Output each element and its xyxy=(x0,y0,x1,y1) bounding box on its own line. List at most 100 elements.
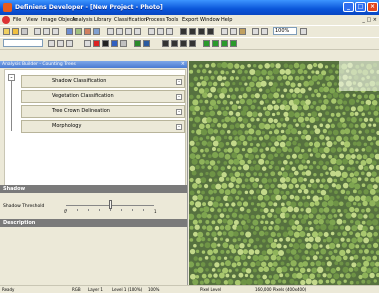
tree-crown xyxy=(365,207,371,213)
expand-icon[interactable]: - xyxy=(8,74,15,81)
black-circle-icon[interactable] xyxy=(102,40,109,47)
window-single-icon[interactable] xyxy=(162,40,169,47)
view-single-icon[interactable] xyxy=(180,28,187,35)
minimize-button[interactable]: _ xyxy=(343,2,354,12)
tree-crown xyxy=(195,177,202,184)
table-icon[interactable] xyxy=(134,28,141,35)
menu-view[interactable]: View xyxy=(26,17,38,23)
tree-crown xyxy=(277,279,282,283)
pointer-icon[interactable] xyxy=(221,28,228,35)
rectangle-icon[interactable] xyxy=(84,40,91,47)
mdi-controls[interactable]: _ □ × xyxy=(362,17,377,23)
view-multi-icon[interactable] xyxy=(207,28,214,35)
sample-icon[interactable] xyxy=(134,40,141,47)
tree-item-vegetation-classification[interactable]: Vegetation Classification - xyxy=(21,90,185,103)
menu-classification[interactable]: Classification xyxy=(114,17,147,23)
pan-icon[interactable] xyxy=(230,28,237,35)
tree-crown xyxy=(343,279,347,283)
hand-icon[interactable] xyxy=(239,28,246,35)
menu-export[interactable]: Export xyxy=(182,17,198,23)
collapse-icon[interactable]: - xyxy=(176,109,182,115)
up-icon[interactable] xyxy=(57,40,64,47)
tree-crown xyxy=(247,153,255,160)
tree-item-morphology[interactable]: Morphology - xyxy=(21,120,185,133)
tree-crown xyxy=(204,147,210,153)
split-icon[interactable] xyxy=(125,28,132,35)
document-icon[interactable] xyxy=(2,16,10,24)
histogram-icon[interactable] xyxy=(157,28,164,35)
tree-crown xyxy=(250,117,255,122)
tree-crown xyxy=(276,99,281,104)
tree-crown xyxy=(329,242,336,250)
tree-crown xyxy=(330,112,335,117)
down-icon[interactable] xyxy=(66,40,73,47)
play-icon[interactable] xyxy=(203,40,210,47)
tree-crown xyxy=(325,279,330,284)
slider-thumb[interactable] xyxy=(109,200,112,209)
level-field[interactable] xyxy=(3,39,43,47)
level-icon[interactable] xyxy=(93,28,100,35)
forward-icon[interactable] xyxy=(221,40,228,47)
save-icon[interactable] xyxy=(21,28,28,35)
tree-crown xyxy=(247,76,251,80)
step-icon[interactable] xyxy=(212,40,219,47)
tree-crown xyxy=(292,118,297,123)
view-dual-icon[interactable] xyxy=(189,28,196,35)
tree-crown xyxy=(321,153,326,159)
copy-icon[interactable] xyxy=(43,28,50,35)
new-icon[interactable] xyxy=(3,28,10,35)
tree-crown xyxy=(212,81,218,87)
tree-crown xyxy=(253,244,258,249)
end-icon[interactable] xyxy=(230,40,237,47)
collapse-icon[interactable]: - xyxy=(176,94,182,100)
plus-icon[interactable] xyxy=(48,40,55,47)
maximize-button[interactable]: □ xyxy=(355,2,366,12)
layout-icon[interactable] xyxy=(116,28,123,35)
tree-crown xyxy=(325,75,331,82)
image-layer-icon[interactable] xyxy=(75,28,82,35)
close-button[interactable]: × xyxy=(367,2,378,12)
zoom-combo[interactable]: 100% xyxy=(273,27,297,35)
tree-crown xyxy=(345,273,351,279)
window-link-icon[interactable] xyxy=(189,40,196,47)
window-cascade-icon[interactable] xyxy=(180,40,187,47)
tree-crown xyxy=(195,275,200,279)
title-bar[interactable]: Definiens Developer - [New Project - Pho… xyxy=(0,0,379,15)
image-view[interactable] xyxy=(189,61,379,285)
panel-close-button[interactable]: × xyxy=(181,61,185,68)
zoom-in-icon[interactable] xyxy=(252,28,259,35)
zoom-fit-icon[interactable] xyxy=(300,28,307,35)
blue-square-icon[interactable] xyxy=(111,40,118,47)
menu-library[interactable]: Library xyxy=(94,17,111,23)
feature-icon[interactable] xyxy=(166,28,173,35)
menu-file[interactable]: File xyxy=(13,17,21,23)
menu-process[interactable]: Process xyxy=(146,17,165,23)
collapse-icon[interactable]: - xyxy=(176,79,182,85)
cut-icon[interactable] xyxy=(34,28,41,35)
layer-mix-icon[interactable] xyxy=(143,40,150,47)
tree-crown xyxy=(342,231,348,237)
menu-analysis[interactable]: Analysis xyxy=(72,17,93,23)
grid-icon[interactable] xyxy=(107,28,114,35)
menu-help[interactable]: Help xyxy=(221,17,232,23)
view-quad-icon[interactable] xyxy=(198,28,205,35)
menu-window[interactable]: Window xyxy=(200,17,220,23)
paste-icon[interactable] xyxy=(52,28,59,35)
tree-crown xyxy=(237,116,243,122)
open-icon[interactable] xyxy=(12,28,19,35)
collapse-icon[interactable]: - xyxy=(176,124,182,130)
aerial-tree-canopy-image[interactable] xyxy=(189,61,379,285)
window-tile-icon[interactable] xyxy=(171,40,178,47)
tree-item-tree-crown-delineation[interactable]: Tree Crown Delineation - xyxy=(21,105,185,118)
chart-icon[interactable] xyxy=(148,28,155,35)
project-icon[interactable] xyxy=(66,28,73,35)
tree-crown xyxy=(255,189,261,194)
thematic-icon[interactable] xyxy=(84,28,91,35)
outline-icon[interactable] xyxy=(120,40,127,47)
menu-tools[interactable]: Tools xyxy=(166,17,178,23)
tree-crown xyxy=(192,231,198,237)
tree-crown xyxy=(252,124,257,129)
zoom-out-icon[interactable] xyxy=(261,28,268,35)
tree-item-shadow-classification[interactable]: Shadow Classification - xyxy=(21,75,185,88)
red-circle-icon[interactable] xyxy=(93,40,100,47)
